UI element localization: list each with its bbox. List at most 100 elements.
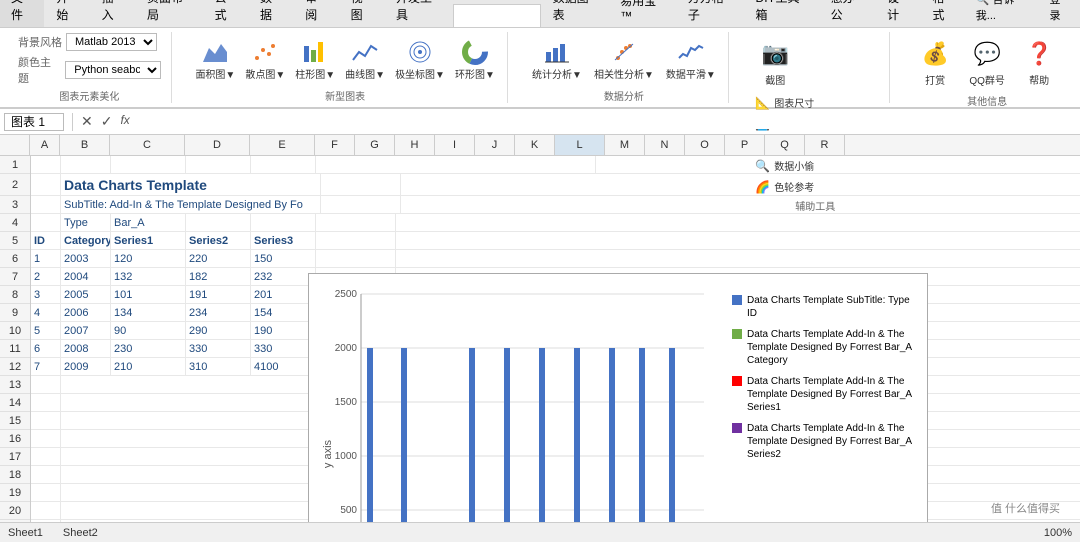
cell-e12[interactable]: 4100 — [251, 358, 316, 375]
row-header-21[interactable]: 21 — [0, 520, 30, 522]
tab-login[interactable]: 登录 — [1041, 0, 1079, 27]
ring-chart-button[interactable]: 环形图▼ — [451, 36, 499, 83]
cell-c8[interactable]: 101 — [111, 286, 186, 303]
cell-b5[interactable]: Category — [61, 232, 111, 249]
tab-yiyong[interactable]: 易用宝™ — [609, 0, 676, 27]
cell-a1[interactable] — [31, 156, 61, 173]
cell-b11[interactable]: 2008 — [61, 340, 111, 357]
tab-data[interactable]: 数据 — [249, 0, 293, 27]
cell-c5[interactable]: Series1 — [111, 232, 186, 249]
screenshot-button[interactable]: 📷 截图 — [751, 32, 799, 91]
cell-a8[interactable]: 3 — [31, 286, 61, 303]
cell-a3[interactable] — [31, 196, 61, 213]
tab-review[interactable]: 审阅 — [294, 0, 338, 27]
cell-a10[interactable]: 5 — [31, 322, 61, 339]
row-header-16[interactable]: 16 — [0, 430, 30, 448]
tab-design[interactable]: 设计 — [876, 0, 920, 27]
cell-c11[interactable]: 230 — [111, 340, 186, 357]
cell-empty2[interactable] — [61, 502, 321, 519]
col-header-k[interactable]: K — [515, 135, 555, 155]
smooth-button[interactable]: 数据平滑▼ — [662, 36, 720, 83]
tab-file[interactable]: 文件 — [0, 0, 44, 27]
cell-d8[interactable]: 191 — [186, 286, 251, 303]
cell-d5[interactable]: Series2 — [186, 232, 251, 249]
row-header-15[interactable]: 15 — [0, 412, 30, 430]
col-header-m[interactable]: M — [605, 135, 645, 155]
tab-start[interactable]: 开始 — [45, 0, 89, 27]
cell-a4[interactable] — [31, 214, 61, 231]
col-header-o[interactable]: O — [685, 135, 725, 155]
cell-rest4[interactable] — [316, 214, 396, 231]
cell-e1[interactable] — [251, 156, 316, 173]
cell-a11[interactable]: 6 — [31, 340, 61, 357]
help-button[interactable]: ❓ 帮助 — [1015, 32, 1063, 91]
cell-empty2[interactable] — [61, 466, 321, 483]
cell-e7[interactable]: 232 — [251, 268, 316, 285]
row-header-17[interactable]: 17 — [0, 448, 30, 466]
chart-container[interactable]: y axis 0 — [308, 273, 928, 522]
cell-a6[interactable]: 1 — [31, 250, 61, 267]
cell-empty[interactable] — [31, 466, 61, 483]
col-header-n[interactable]: N — [645, 135, 685, 155]
tab-fangfang[interactable]: 方方格子 — [677, 0, 744, 27]
cell-empty[interactable] — [31, 430, 61, 447]
stat-analysis-button[interactable]: 统计分析▼ — [528, 36, 586, 83]
row-header-4[interactable]: 4 — [0, 214, 30, 232]
row-header-13[interactable]: 13 — [0, 376, 30, 394]
row-header-5[interactable]: 5 — [0, 232, 30, 250]
cell-empty[interactable] — [31, 412, 61, 429]
cell-e9[interactable]: 154 — [251, 304, 316, 321]
cell-b3[interactable]: SubTitle: Add-In & The Template Designed… — [61, 196, 321, 213]
cell-d11[interactable]: 330 — [186, 340, 251, 357]
cell-c6[interactable]: 120 — [111, 250, 186, 267]
col-header-j[interactable]: J — [475, 135, 515, 155]
col-header-e[interactable]: E — [250, 135, 315, 155]
cell-b6[interactable]: 2003 — [61, 250, 111, 267]
cell-e5[interactable]: Series3 — [251, 232, 316, 249]
tab-huiban[interactable]: 慧办公 — [820, 0, 875, 27]
cell-c12[interactable]: 210 — [111, 358, 186, 375]
cell-a12[interactable]: 7 — [31, 358, 61, 375]
polar-chart-button[interactable]: 极坐标图▼ — [391, 36, 449, 83]
cell-e11[interactable]: 330 — [251, 340, 316, 357]
cell-b8[interactable]: 2005 — [61, 286, 111, 303]
cell-rest5[interactable] — [316, 232, 396, 249]
col-header-f[interactable]: F — [315, 135, 355, 155]
tab-developer[interactable]: 开发工具 — [385, 0, 452, 27]
line-chart-button[interactable]: 曲线图▼ — [341, 36, 389, 83]
row-header-8[interactable]: 8 — [0, 286, 30, 304]
cell-d7[interactable]: 182 — [186, 268, 251, 285]
tab-diy[interactable]: DIY工具箱 — [745, 0, 819, 27]
cell-e6[interactable]: 150 — [251, 250, 316, 267]
cell-empty[interactable] — [31, 448, 61, 465]
col-header-i[interactable]: I — [435, 135, 475, 155]
col-header-g[interactable]: G — [355, 135, 395, 155]
qq-button[interactable]: 💬 QQ群号 — [963, 32, 1011, 91]
col-header-p[interactable]: P — [725, 135, 765, 155]
cancel-formula-icon[interactable]: ✕ — [81, 113, 93, 130]
reward-button[interactable]: 💰 打赏 — [911, 32, 959, 91]
row-header-19[interactable]: 19 — [0, 484, 30, 502]
cell-d1[interactable] — [186, 156, 251, 173]
cell-c10[interactable]: 90 — [111, 322, 186, 339]
row-header-14[interactable]: 14 — [0, 394, 30, 412]
cell-empty2[interactable] — [61, 484, 321, 501]
cell-a5[interactable]: ID — [31, 232, 61, 249]
tab-formula[interactable]: 公式 — [204, 0, 248, 27]
cell-empty[interactable] — [31, 484, 61, 501]
cell-b9[interactable]: 2006 — [61, 304, 111, 321]
col-header-h[interactable]: H — [395, 135, 435, 155]
col-header-q[interactable]: Q — [765, 135, 805, 155]
cell-rest2[interactable] — [321, 174, 401, 195]
row-header-3[interactable]: 3 — [0, 196, 30, 214]
cell-empty2[interactable] — [61, 376, 321, 393]
cell-rest6[interactable] — [316, 250, 396, 267]
cell-a2[interactable] — [31, 174, 61, 195]
cell-d9[interactable]: 234 — [186, 304, 251, 321]
cell-empty[interactable] — [31, 376, 61, 393]
col-header-a[interactable]: A — [30, 135, 60, 155]
cell-empty2[interactable] — [61, 430, 321, 447]
cell-c4[interactable]: Bar_A — [111, 214, 186, 231]
tab-format[interactable]: 格式 — [921, 0, 965, 27]
cell-e8[interactable]: 201 — [251, 286, 316, 303]
